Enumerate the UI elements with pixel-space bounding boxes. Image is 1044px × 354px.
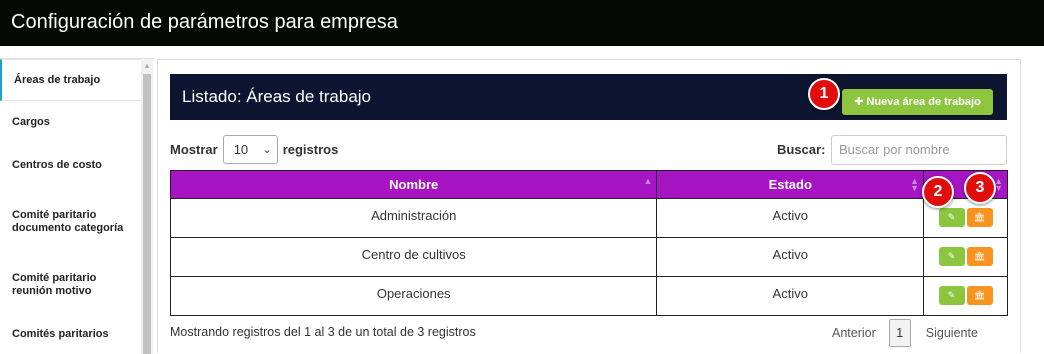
table-row: Centro de cultivos Activo ✎ 🏛: [169, 237, 1008, 277]
search-input[interactable]: Buscar por nombre: [831, 135, 1007, 165]
search-label: Buscar:: [777, 142, 826, 157]
cell-actions: ✎ 🏛: [923, 276, 1008, 316]
pencil-icon: ✎: [947, 290, 956, 300]
bank-icon: 🏛: [973, 290, 986, 300]
cell-estado: Activo: [656, 198, 925, 238]
pencil-icon: ✎: [947, 212, 956, 222]
step-badge-2: 2: [922, 176, 954, 208]
app-title: Configuración de parámetros para empresa: [11, 11, 398, 33]
sidebar-item-cargos[interactable]: Cargos: [0, 101, 141, 144]
list-title: Listado: Áreas de trabajo: [182, 87, 372, 106]
sidebar-item-label: Cargos: [12, 116, 50, 128]
step-badge-3: 3: [964, 172, 996, 204]
delete-button[interactable]: 🏛: [966, 208, 993, 227]
pagination-prev[interactable]: Anterior: [819, 319, 889, 347]
table-info: Mostrando registros del 1 al 3 de un tot…: [170, 325, 476, 339]
plus-icon: ✚: [854, 96, 864, 108]
new-area-button-label: Nueva área de trabajo: [866, 96, 981, 108]
arrow-up-icon[interactable]: ▲: [141, 62, 153, 72]
sidebar-item-label: Áreas de trabajo: [14, 73, 101, 86]
pencil-icon: ✎: [947, 251, 956, 261]
edit-button[interactable]: ✎: [938, 208, 965, 227]
edit-button[interactable]: ✎: [938, 247, 965, 266]
scrollbar-thumb[interactable]: [143, 74, 151, 354]
step-badge-1: 1: [808, 78, 840, 110]
sidebar-item-label: Comité paritario documento categoría: [12, 208, 124, 234]
cell-nombre: Operaciones: [169, 276, 658, 316]
edit-button[interactable]: ✎: [938, 286, 965, 305]
sidebar-item-label: Comités paritarios: [12, 327, 109, 340]
list-header: Listado: Áreas de trabajo ✚ Nueva área d…: [170, 74, 1007, 120]
sidebar-item-label: Centros de costo: [12, 159, 102, 171]
bank-icon: 🏛: [973, 212, 986, 222]
sort-icon: ▲ ▼: [910, 176, 920, 193]
sidebar-item-label: Comité paritario reunión motivo: [12, 272, 97, 297]
sidebar-item-centros-de-costo[interactable]: Centros de costo: [0, 144, 141, 187]
table-row: Operaciones Activo ✎ 🏛: [169, 276, 1008, 316]
page-length-select[interactable]: 10 ⌄: [222, 135, 278, 164]
pagination: Anterior 1 Siguiente: [819, 319, 991, 347]
table-header-row: Nombre ▲ Estado ▲ ▼ ▲ ▼: [169, 170, 1008, 199]
pagination-page-1[interactable]: 1: [888, 319, 911, 347]
sort-icon: ▲: [643, 176, 653, 186]
sidebar-item-comite-paritario-reunion-motivo[interactable]: Comité paritario reunión motivo: [0, 256, 141, 314]
cell-estado: Activo: [656, 237, 925, 277]
column-header-nombre[interactable]: Nombre ▲: [169, 170, 658, 199]
column-header-estado[interactable]: Estado ▲ ▼: [656, 170, 925, 199]
page-length-control: Mostrar 10 ⌄ registros: [170, 135, 338, 164]
sidebar-item-comite-paritario-documento-categoria[interactable]: Comité paritario documento categoría: [0, 187, 141, 256]
delete-button[interactable]: 🏛: [966, 247, 993, 266]
table-row: Administración Activo ✎ 🏛: [169, 198, 1008, 238]
sidebar-list: Áreas de trabajo Cargos Centros de costo…: [0, 59, 141, 354]
delete-button[interactable]: 🏛: [966, 286, 993, 305]
chevron-down-icon: ⌄: [262, 144, 272, 156]
cell-actions: ✎ 🏛: [923, 237, 1008, 277]
cell-estado: Activo: [656, 276, 925, 316]
app-title-bar: Configuración de parámetros para empresa: [0, 0, 1044, 46]
pagination-next[interactable]: Siguiente: [911, 319, 991, 347]
areas-table: Nombre ▲ Estado ▲ ▼ ▲ ▼ Administración Act…: [169, 170, 1008, 316]
sidebar-scrollbar[interactable]: ▲: [141, 59, 153, 354]
new-area-button[interactable]: ✚ Nueva área de trabajo: [842, 89, 993, 115]
sidebar-item-areas-de-trabajo[interactable]: Áreas de trabajo: [0, 59, 141, 101]
sidebar-item-comites-paritarios[interactable]: Comités paritarios: [0, 314, 141, 354]
cell-nombre: Centro de cultivos: [169, 237, 658, 277]
bank-icon: 🏛: [973, 251, 986, 261]
records-label: registros: [282, 142, 339, 157]
page-length-value: 10: [233, 142, 249, 157]
cell-nombre: Administración: [169, 198, 658, 238]
sidebar: Áreas de trabajo Cargos Centros de costo…: [0, 58, 155, 354]
show-label: Mostrar: [170, 142, 218, 157]
